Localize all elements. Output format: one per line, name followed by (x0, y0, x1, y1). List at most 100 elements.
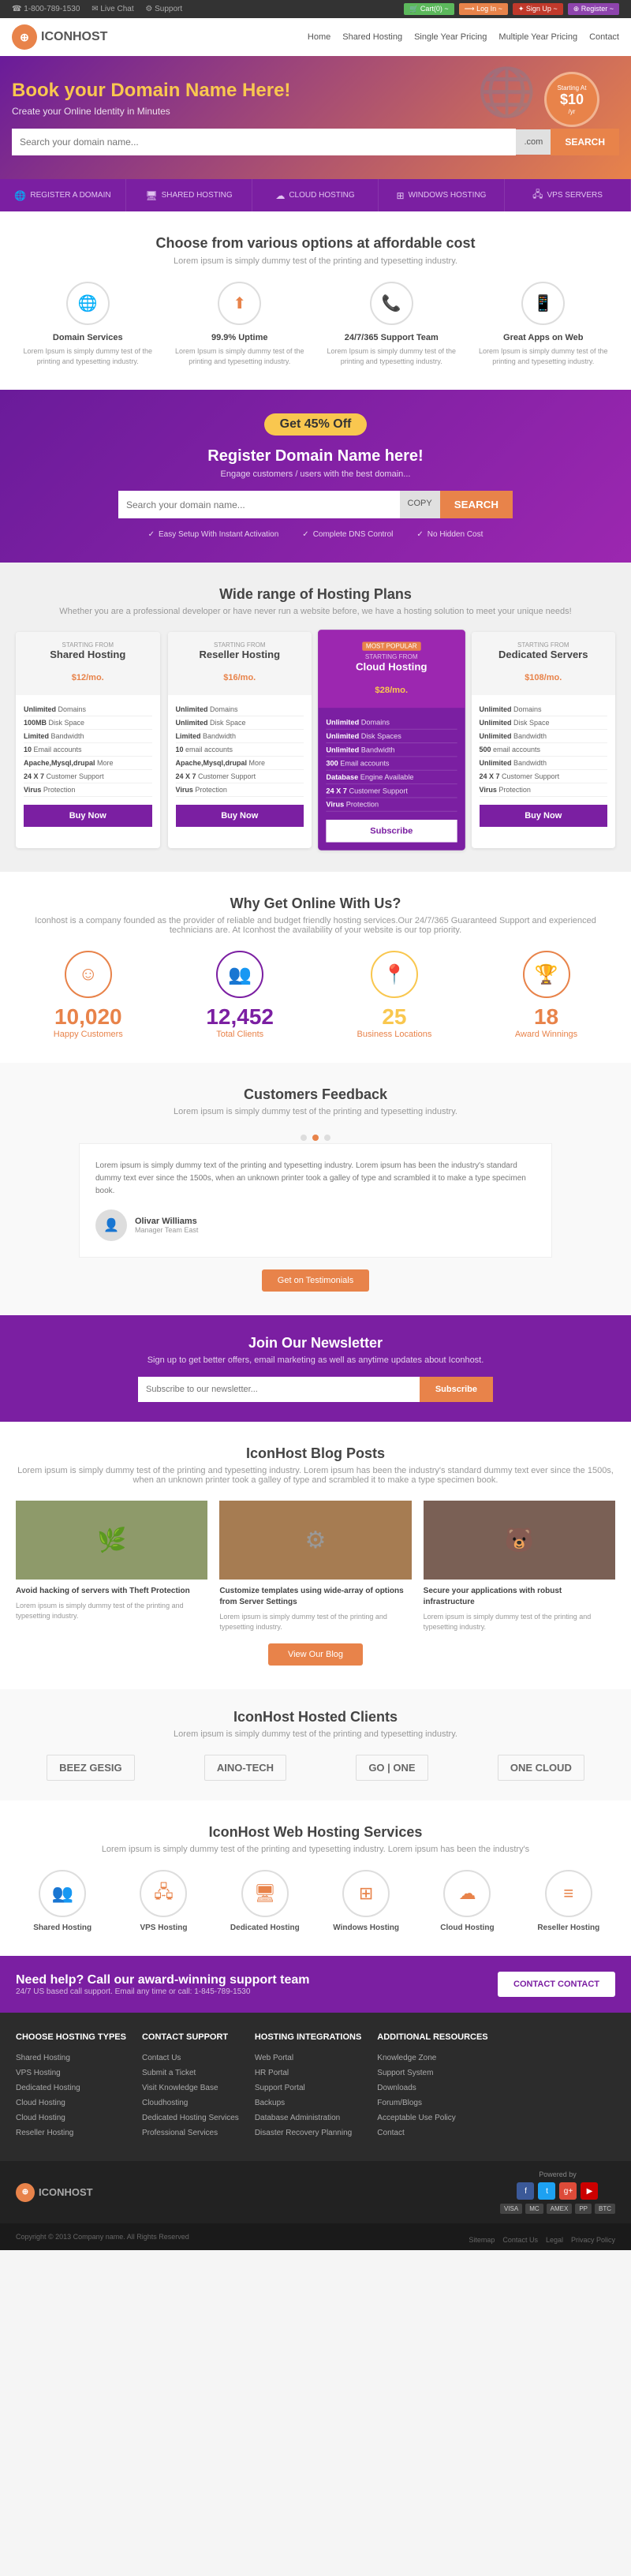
service-reseller: ≡ Reseller Hosting (525, 1870, 612, 1932)
nav-multi-year[interactable]: Multiple Year Pricing (498, 32, 577, 42)
footer-link[interactable]: HR Portal (255, 2069, 289, 2077)
footer-link[interactable]: VPS Hosting (16, 2069, 61, 2077)
subnav-vps[interactable]: 🖧 VPS SERVERS (505, 179, 631, 211)
sitemap-link[interactable]: Sitemap (469, 2236, 495, 2244)
signup-button[interactable]: ✦ Sign Up ~ (513, 3, 563, 15)
footer-bottom: ⊕ ICONHOST Powered by f t g+ ▶ VISA MC A… (0, 2161, 631, 2223)
footer-link[interactable]: Downloads (377, 2084, 416, 2092)
footer-link[interactable]: Disaster Recovery Planning (255, 2129, 352, 2137)
shared-icon: 🖥 (145, 190, 157, 201)
features-grid: 🌐 Domain Services Lorem Ipsum is simply … (16, 282, 615, 366)
subnav-cloud[interactable]: ☁ CLOUD HOSTING (252, 179, 379, 211)
blog-post-3-title: Secure your applications with robust inf… (424, 1586, 615, 1608)
footer-very-bottom: Copyright © 2013 Company name. All Right… (0, 2223, 631, 2250)
stat-locations-label: Business Locations (357, 1030, 432, 1039)
footer-col-resources: Additional Resources Knowledge Zone Supp… (377, 2032, 487, 2141)
plan-cloud-button[interactable]: Subscribe (326, 820, 457, 843)
dot-3[interactable] (324, 1135, 330, 1141)
newsletter-input[interactable] (138, 1377, 420, 1402)
list-item: Submit a Ticket (142, 2066, 239, 2077)
nav-shared[interactable]: Shared Hosting (342, 32, 402, 42)
blog-image-2: ⚙ (219, 1501, 411, 1580)
windows-icon: ⊞ (397, 190, 405, 201)
login-button[interactable]: ⟶ Log In ~ (459, 3, 508, 15)
footer-link[interactable]: Support System (377, 2069, 433, 2077)
blog-post-1-title: Avoid hacking of servers with Theft Prot… (16, 1586, 207, 1597)
legal-link[interactable]: Legal (546, 2236, 563, 2244)
plan-dedicated-header: STARTING FROM Dedicated Servers $108/mo. (472, 632, 616, 695)
subnav-windows-label: WINDOWS HOSTING (409, 191, 487, 200)
domain-search-button[interactable]: SEARCH (440, 491, 513, 518)
register-button[interactable]: ⊕ Register ~ (568, 3, 619, 15)
live-chat[interactable]: ✉ Live Chat (91, 5, 133, 13)
cart-button[interactable]: 🛒 Cart(0) ~ (404, 3, 454, 15)
footer-link[interactable]: Visit Knowledge Base (142, 2084, 218, 2092)
nav-single-year[interactable]: Single Year Pricing (414, 32, 487, 42)
privacy-link[interactable]: Privacy Policy (571, 2236, 615, 2244)
clients-title: IconHost Hosted Clients (16, 1709, 615, 1725)
nav-home[interactable]: Home (308, 32, 330, 42)
service-windows-label: Windows Hosting (323, 1924, 409, 1932)
list-item: 10 email accounts (176, 743, 304, 757)
list-item: Limited Bandwidth (24, 730, 152, 743)
contact-link[interactable]: Contact Us (502, 2236, 538, 2244)
subnav-domain[interactable]: 🌐 REGISTER A DOMAIN (0, 179, 126, 211)
support-link[interactable]: ⚙ Support (145, 5, 182, 13)
dot-2[interactable] (312, 1135, 319, 1141)
footer-link[interactable]: Submit a Ticket (142, 2069, 196, 2077)
followme-button[interactable]: Get on Testimonials (262, 1269, 369, 1292)
plan-shared-button[interactable]: Buy Now (24, 805, 152, 827)
footer-link[interactable]: Reseller Hosting (16, 2129, 73, 2137)
domain-search-input[interactable] (118, 491, 400, 518)
mastercard-icon: MC (525, 2204, 543, 2214)
plan-reseller-button[interactable]: Buy Now (176, 805, 304, 827)
client-logo-1: BEEZ GESIG (47, 1755, 134, 1781)
footer-link[interactable]: Acceptable Use Policy (377, 2114, 456, 2122)
service-reseller-label: Reseller Hosting (525, 1924, 612, 1932)
footer-link[interactable]: Cloud Hosting (16, 2099, 65, 2107)
service-dedicated: 🖥 Dedicated Hosting (222, 1870, 308, 1932)
subnav-windows[interactable]: ⊞ WINDOWS HOSTING (379, 179, 505, 211)
awards-icon: 🏆 (523, 951, 570, 998)
feature-support-desc: Lorem Ipsum is simply dummy test of the … (319, 346, 464, 366)
twitter-button[interactable]: t (538, 2182, 555, 2200)
footer-link[interactable]: Knowledge Zone (377, 2054, 436, 2062)
total-clients-icon: 👥 (216, 951, 263, 998)
nav-contact[interactable]: Contact (589, 32, 619, 42)
hero-search-button[interactable]: SEARCH (551, 129, 619, 155)
footer-link[interactable]: Database Administration (255, 2114, 340, 2122)
footer-link[interactable]: Dedicated Hosting Services (142, 2114, 239, 2122)
list-item: Unlimited Disk Spaces (326, 730, 457, 743)
top-bar-actions: 🛒 Cart(0) ~ ⟶ Log In ~ ✦ Sign Up ~ ⊕ Reg… (404, 3, 619, 15)
dot-1[interactable] (301, 1135, 307, 1141)
testimonials-section: Customers Feedback Lorem ipsum is simply… (0, 1063, 631, 1315)
footer-link[interactable]: Professional Services (142, 2129, 218, 2137)
youtube-button[interactable]: ▶ (581, 2182, 598, 2200)
googleplus-button[interactable]: g+ (559, 2182, 577, 2200)
footer-link[interactable]: Dedicated Hosting (16, 2084, 80, 2092)
footer-link[interactable]: Backups (255, 2099, 285, 2107)
footer-logo-text: ICONHOST (39, 2186, 93, 2198)
newsletter-submit[interactable]: Subscribe (420, 1377, 493, 1402)
footer-link[interactable]: Contact Us (142, 2054, 181, 2062)
plan-dedicated-button[interactable]: Buy Now (480, 805, 608, 827)
footer-link[interactable]: Contact (377, 2129, 404, 2137)
footer-link[interactable]: Support Portal (255, 2084, 305, 2092)
plan-cloud-from: STARTING FROM (326, 653, 457, 660)
subnav-shared[interactable]: 🖥 SHARED HOSTING (126, 179, 252, 211)
list-item: Dedicated Hosting Services (142, 2111, 239, 2122)
blog-view-button[interactable]: View Our Blog (268, 1643, 363, 1666)
list-item: Contact (377, 2126, 487, 2137)
footer-link[interactable]: Cloud Hosting (16, 2114, 65, 2122)
footer-link[interactable]: Cloudhosting (142, 2099, 188, 2107)
footer-link[interactable]: Shared Hosting (16, 2054, 70, 2062)
cta-contact-button[interactable]: CONTACT CONTACT (498, 1972, 615, 1997)
facebook-button[interactable]: f (517, 2182, 534, 2200)
footer-link[interactable]: Web Portal (255, 2054, 293, 2062)
plan-shared-header: STARTING FROM Shared Hosting $12/mo. (16, 632, 160, 695)
client-logo-3: GO | ONE (356, 1755, 428, 1781)
hero-search-input[interactable] (12, 129, 516, 155)
list-item: 24 X 7 Customer Support (176, 770, 304, 783)
footer-link[interactable]: Forum/Blogs (377, 2099, 422, 2107)
testimonial-dots (16, 1132, 615, 1143)
